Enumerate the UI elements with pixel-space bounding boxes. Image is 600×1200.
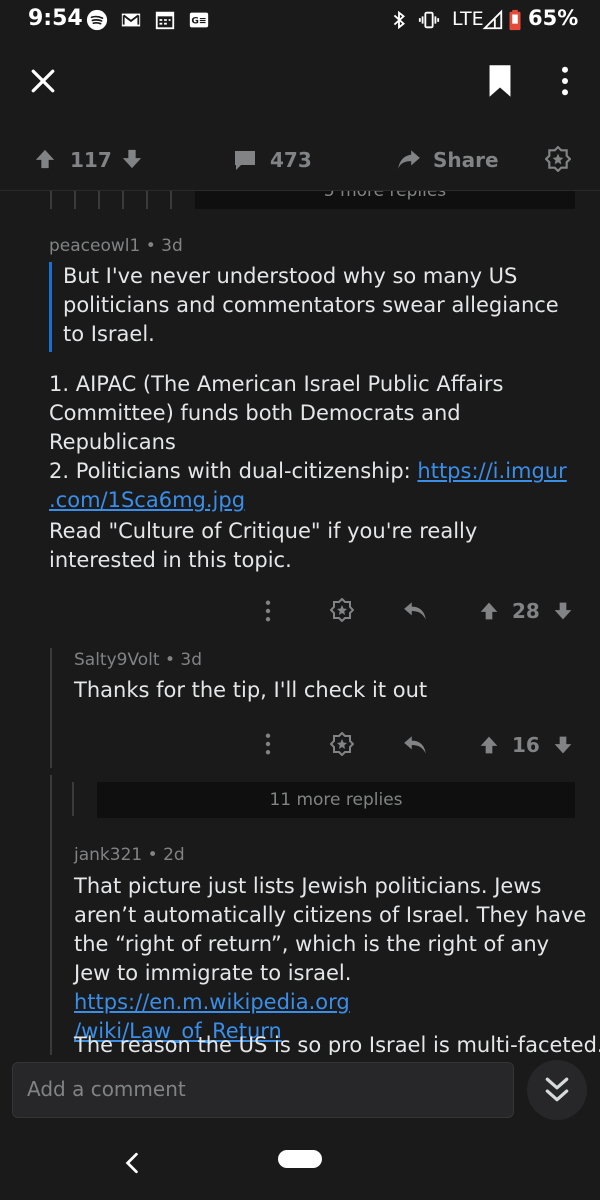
meta-separator: • <box>147 845 164 865</box>
comment-line: 2. Politicians with dual-citizenship: ht… <box>49 457 589 486</box>
post-score: 117 <box>70 148 112 172</box>
comment-quote: But I've never understood why so many US… <box>63 264 559 346</box>
bluetooth-icon <box>393 10 405 30</box>
more-replies-button[interactable]: 11 more replies <box>97 782 575 818</box>
thread-rail <box>50 191 52 209</box>
battery-percent: 65% <box>528 6 579 30</box>
comment-author[interactable]: Salty9Volt <box>74 650 160 670</box>
more-replies-button[interactable]: 5 more replies <box>195 191 575 209</box>
more-vertical-icon[interactable] <box>556 66 574 96</box>
comment-meta: jank321 • 2d <box>74 845 185 865</box>
status-bar: 9:54 G≡ LTE 65% <box>0 0 600 40</box>
upvote-icon[interactable] <box>479 734 499 756</box>
comment-more-icon[interactable] <box>261 600 275 622</box>
comment-line-text: 2. Politicians with dual-citizenship: <box>49 459 418 483</box>
comment: jank321 • 2d That picture just lists Jew… <box>0 835 600 1055</box>
comment-input-placeholder: Add a comment <box>27 1077 186 1101</box>
comment-meta: peaceowl1 • 3d <box>49 236 183 256</box>
comment-score: 28 <box>512 599 540 623</box>
status-time: 9:54 <box>28 6 83 31</box>
news-icon: G≡ <box>189 12 209 28</box>
reply-icon[interactable] <box>402 600 428 622</box>
comment: peaceowl1 • 3d But I've never understood… <box>0 210 600 640</box>
comment-author[interactable]: peaceowl1 <box>49 236 140 256</box>
thread-rail <box>146 191 148 209</box>
downvote-icon[interactable] <box>553 734 573 756</box>
back-nav-icon[interactable] <box>124 1152 140 1174</box>
vibrate-icon <box>418 11 440 29</box>
double-chevron-down-icon <box>545 1077 569 1102</box>
close-icon[interactable] <box>30 68 56 94</box>
comment-closing: Read "Culture of Critique" if you're rea… <box>49 519 478 572</box>
downvote-icon[interactable] <box>121 148 143 170</box>
post-action-bar: 117 473 Share <box>0 128 600 191</box>
comment-meta: Salty9Volt • 3d <box>74 650 202 670</box>
gmail-icon <box>121 13 141 27</box>
comment-body: That picture just lists Jewish politicia… <box>74 872 588 1046</box>
comment-line: Committee) funds both Democrats and Repu… <box>49 401 461 454</box>
imgur-link[interactable]: https://i.imgur <box>417 459 566 483</box>
comment-age: 3d <box>180 650 203 670</box>
quote-bar <box>49 262 52 352</box>
imgur-link-continued[interactable]: .com/1Sca6mg.jpg <box>49 488 245 512</box>
comment-line: 1. AIPAC (The American Israel Public Aff… <box>49 372 504 396</box>
comment-body-continued: The reason the US is so pro Israel is mu… <box>74 1033 600 1055</box>
calendar-icon <box>155 11 175 30</box>
network-type: LTE <box>452 8 484 30</box>
thread-rail <box>74 191 76 209</box>
svg-text:G≡: G≡ <box>191 16 206 27</box>
thread-rail <box>98 191 100 209</box>
thread-rail <box>122 191 124 209</box>
comment-more-icon[interactable] <box>261 733 275 755</box>
signal-icon <box>482 9 503 30</box>
comment-icon[interactable] <box>232 148 258 172</box>
collapsed-thread-strip: 5 more replies <box>0 191 600 211</box>
award-icon[interactable] <box>330 598 354 622</box>
comment-input[interactable]: Add a comment <box>12 1062 514 1118</box>
meta-separator: • <box>164 650 181 670</box>
share-icon[interactable] <box>396 146 422 172</box>
comment-text: That picture just lists Jewish politicia… <box>74 874 587 985</box>
comment-body: 1. AIPAC (The American Israel Public Aff… <box>49 370 589 515</box>
spotify-icon <box>86 9 108 31</box>
thread-rail <box>170 191 172 209</box>
upvote-icon[interactable] <box>34 148 56 170</box>
comment-age: 2d <box>163 845 185 865</box>
share-button[interactable]: Share <box>433 148 499 172</box>
battery-icon <box>509 9 521 31</box>
jump-next-button[interactable] <box>527 1060 587 1120</box>
comment-score: 16 <box>512 733 540 757</box>
comment-age: 3d <box>161 236 183 256</box>
comment-count: 473 <box>270 148 312 172</box>
comment: Salty9Volt • 3d Thanks for the tip, I'll… <box>0 640 600 775</box>
meta-separator: • <box>145 236 162 256</box>
award-icon[interactable] <box>330 732 354 756</box>
downvote-icon[interactable] <box>553 600 573 622</box>
bookmark-icon[interactable] <box>486 64 514 98</box>
app-bar <box>0 40 600 124</box>
wikipedia-link[interactable]: https://en.m.wikipedia.org <box>74 990 350 1014</box>
award-icon[interactable] <box>545 146 571 172</box>
reply-icon[interactable] <box>402 734 428 756</box>
upvote-icon[interactable] <box>479 600 499 622</box>
thread-rail <box>72 782 74 816</box>
comment-body: Thanks for the tip, I'll check it out <box>74 678 428 702</box>
home-nav-pill[interactable] <box>278 1150 322 1168</box>
comment-author[interactable]: jank321 <box>74 845 142 865</box>
